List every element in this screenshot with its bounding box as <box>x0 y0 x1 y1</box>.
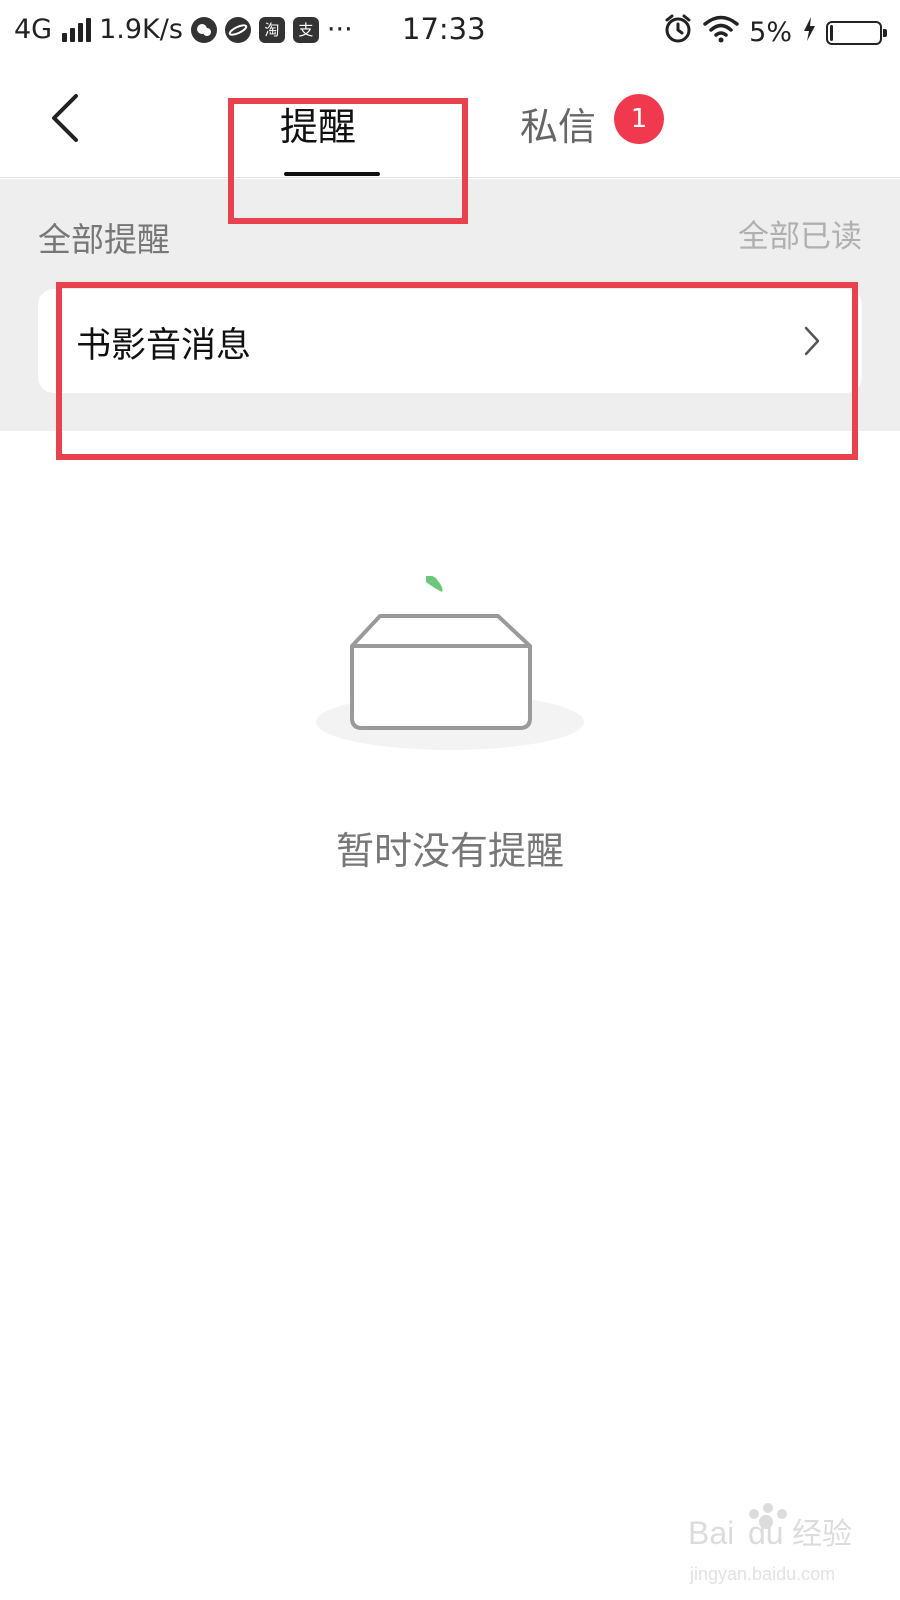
section-title: 全部提醒 <box>38 220 170 259</box>
battery-icon <box>826 20 887 45</box>
unread-badge: 1 <box>614 94 664 144</box>
wechat-icon <box>190 16 217 43</box>
status-bar-left: 4G 1.9K/s 淘 支 ··· <box>14 14 353 45</box>
planet-icon <box>224 16 251 43</box>
battery-percent: 5% <box>749 17 792 48</box>
taobao-icon: 淘 <box>258 16 285 43</box>
network-speed: 1.9K/s <box>99 14 183 45</box>
watermark-brand: Bai <box>688 1515 734 1551</box>
watermark-url: jingyan.baidu.com <box>689 1564 835 1584</box>
tab-messages[interactable]: 私信 <box>520 96 596 151</box>
mark-all-read-button[interactable]: 全部已读 <box>738 211 862 256</box>
signal-icon <box>62 17 92 42</box>
more-notifications-icon: ··· <box>326 14 353 45</box>
clock: 17:33 <box>402 12 486 46</box>
network-type: 4G <box>14 14 53 45</box>
charging-icon <box>802 16 816 49</box>
empty-box-illustration <box>316 576 584 750</box>
baidu-jingyan-watermark: Bai du 经验 jingyan.baidu.com <box>688 1503 852 1584</box>
status-bar: 4G 1.9K/s 淘 支 ··· 17:33 5% <box>0 0 900 62</box>
back-button[interactable] <box>40 90 96 146</box>
annotation-box-item <box>56 282 858 460</box>
empty-state-text: 暂时没有提醒 <box>335 829 564 873</box>
watermark-product: 经验 <box>792 1517 852 1552</box>
annotation-box-tab <box>228 98 468 224</box>
alipay-icon: 支 <box>292 16 319 43</box>
watermark-brand-suffix: du <box>748 1515 784 1551</box>
chevron-left-icon <box>52 94 78 142</box>
leaf-icon <box>426 576 443 592</box>
wifi-icon <box>703 15 739 50</box>
alarm-icon <box>663 14 693 51</box>
battery-level <box>830 24 833 41</box>
status-bar-right: 5% <box>663 14 887 51</box>
